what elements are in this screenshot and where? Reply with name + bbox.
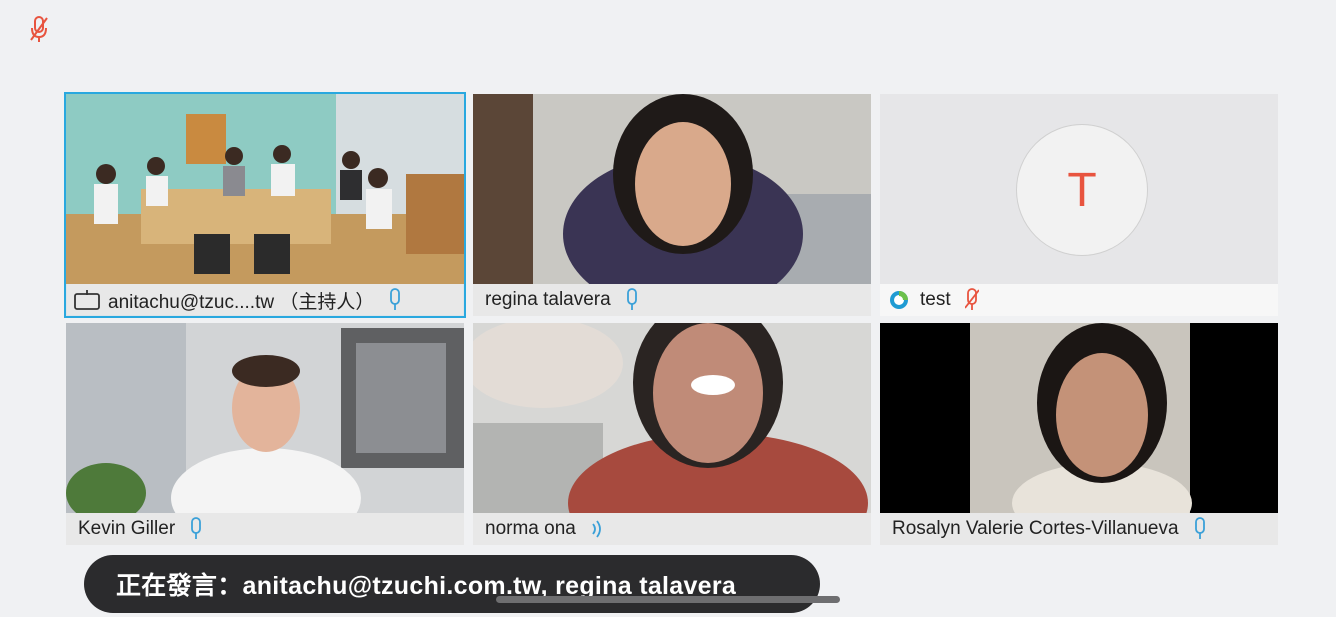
video-feed	[880, 323, 1278, 513]
meeting-stage: anitachu@tzuc....tw （主持人） regina talaver…	[0, 0, 1336, 617]
loop-app-icon	[890, 291, 908, 309]
participant-name-bar: regina talavera	[473, 284, 871, 316]
scroll-indicator[interactable]	[496, 596, 840, 603]
mic-muted-icon[interactable]	[964, 288, 979, 312]
mic-icon[interactable]	[388, 288, 402, 312]
video-feed	[473, 323, 871, 513]
mic-icon[interactable]	[1193, 517, 1207, 541]
video-tile-rosalyn[interactable]: Rosalyn Valerie Cortes-Villanueva	[880, 323, 1278, 545]
video-feed	[66, 323, 464, 513]
participant-name-bar: Kevin Giller	[66, 513, 464, 545]
avatar: T	[1016, 124, 1148, 256]
participant-name: Kevin Giller	[78, 518, 176, 539]
participant-name: norma ona	[485, 518, 576, 539]
video-feed	[473, 94, 871, 284]
participant-name: test	[920, 289, 951, 310]
screen-share-icon	[74, 290, 100, 310]
video-tile-anitachu[interactable]: anitachu@tzuc....tw （主持人）	[64, 92, 466, 318]
participant-name: anitachu@tzuc....tw （主持人）	[108, 291, 375, 313]
participant-name-bar: Rosalyn Valerie Cortes-Villanueva	[880, 513, 1278, 545]
mic-icon[interactable]	[625, 288, 639, 312]
participant-name: Rosalyn Valerie Cortes-Villanueva	[892, 518, 1179, 539]
video-tile-test[interactable]: T test	[880, 94, 1278, 316]
video-tile-norma-ona[interactable]: norma ona	[473, 323, 871, 545]
participant-name-bar: norma ona	[473, 513, 871, 545]
video-tile-regina-talavera[interactable]: regina talavera	[473, 94, 871, 316]
avatar-letter: T	[1067, 163, 1097, 217]
participant-name-bar: anitachu@tzuc....tw （主持人）	[66, 284, 464, 316]
mic-icon[interactable]	[189, 517, 203, 541]
mic-muted-icon[interactable]	[28, 14, 50, 44]
participant-name: regina talavera	[485, 289, 611, 310]
video-feed	[66, 94, 464, 284]
participant-name-bar: test	[880, 284, 1278, 316]
video-tile-kevin-giller[interactable]: Kevin Giller	[66, 323, 464, 545]
speaking-banner: 正在發言：anitachu@tzuchi.com.tw, regina tala…	[84, 555, 820, 613]
speaking-icon	[592, 520, 601, 538]
